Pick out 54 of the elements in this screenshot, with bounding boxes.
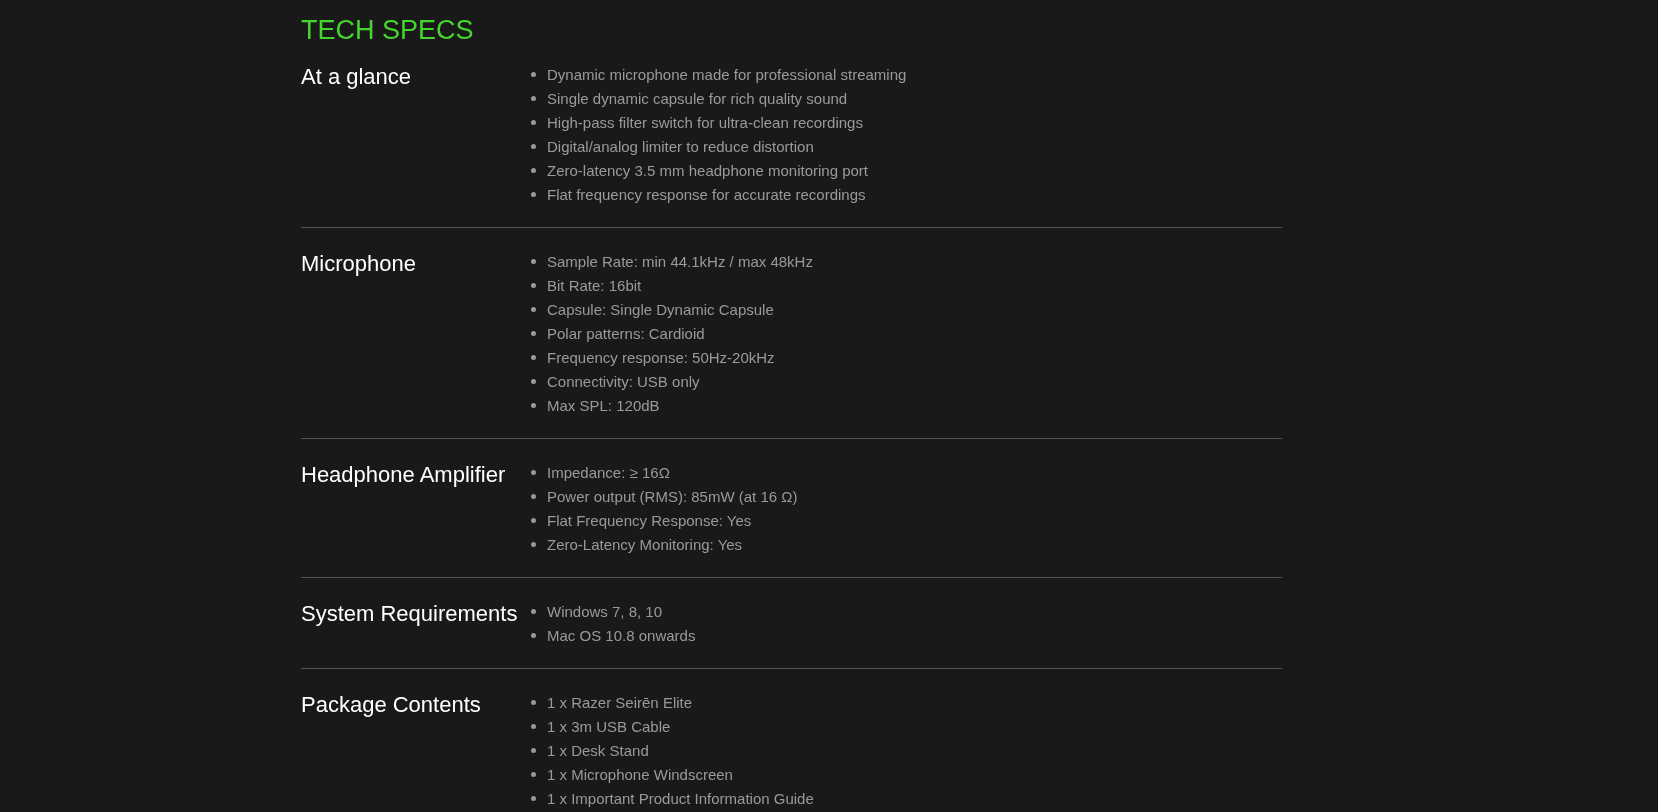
spec-item: Single dynamic capsule for rich quality sound — [547, 89, 848, 107]
spec-item: 1 x Microphone Windscreen — [547, 765, 733, 783]
spec-item: Digital/analog limiter to reduce distortion — [547, 137, 814, 155]
bullet-icon — [531, 258, 536, 264]
bullet-icon — [531, 795, 536, 801]
bullet-icon — [531, 282, 536, 288]
bullet-icon — [531, 71, 536, 77]
spec-item: Connectivity: USB only — [547, 372, 700, 390]
bullet-icon — [531, 330, 536, 336]
bullet-icon — [531, 541, 536, 547]
bullet-icon — [531, 143, 536, 149]
section-heading: Microphone — [301, 250, 417, 278]
spec-item: Zero-latency 3.5 mm headphone monitoring port — [547, 161, 868, 179]
bullet-icon — [531, 771, 536, 777]
bullet-icon — [531, 723, 536, 729]
spec-item: Mac OS 10.8 onwards — [547, 626, 696, 644]
section-heading: Headphone Amplifier — [301, 461, 507, 489]
bullet-icon — [531, 119, 536, 125]
bullet-icon — [531, 95, 536, 101]
section-heading: At a glance — [301, 63, 413, 91]
spec-item: Power output (RMS): 85mW (at 16 Ω) — [547, 487, 798, 505]
spec-item: Flat Frequency Response: Yes — [547, 511, 752, 529]
spec-item: Polar patterns: Cardioid — [547, 324, 705, 342]
spec-item: Frequency response: 50Hz-20kHz — [547, 348, 775, 366]
spec-item: 1 x 3m USB Cable — [547, 717, 671, 735]
spec-item: 1 x Razer Seirēn Elite — [547, 693, 693, 711]
page-title: TECH SPECS — [301, 14, 475, 47]
bullet-icon — [531, 167, 536, 173]
spec-item: 1 x Important Product Information Guide — [547, 789, 814, 807]
spec-item: Max SPL: 120dB — [547, 396, 660, 414]
spec-item: 1 x Desk Stand — [547, 741, 649, 759]
bullet-icon — [531, 191, 536, 197]
spec-item: Capsule: Single Dynamic Capsule — [547, 300, 774, 318]
bullet-icon — [531, 306, 536, 312]
spec-item: Impedance: ≥ 16Ω — [547, 463, 670, 481]
bullet-icon — [531, 517, 536, 523]
bullet-icon — [531, 493, 536, 499]
bullet-icon — [531, 608, 536, 614]
spec-item: Zero-Latency Monitoring: Yes — [547, 535, 743, 553]
bullet-icon — [531, 699, 536, 705]
spec-item: Bit Rate: 16bit — [547, 276, 642, 294]
bullet-icon — [531, 354, 536, 360]
spec-item: Windows 7, 8, 10 — [547, 602, 663, 620]
spec-item: High-pass filter switch for ultra-clean recordings — [547, 113, 863, 131]
bullet-icon — [531, 747, 536, 753]
bullet-icon — [531, 469, 536, 475]
bullet-icon — [531, 378, 536, 384]
bullet-icon — [531, 632, 536, 638]
spec-item: Flat frequency response for accurate recordings — [547, 185, 866, 203]
section-heading: Package Contents — [301, 691, 482, 719]
spec-item: Dynamic microphone made for professional streaming — [547, 65, 907, 83]
bullet-icon — [531, 402, 536, 408]
spec-item: Sample Rate: min 44.1kHz / max 48kHz — [547, 252, 813, 270]
section-heading: System Requirements — [301, 600, 519, 628]
